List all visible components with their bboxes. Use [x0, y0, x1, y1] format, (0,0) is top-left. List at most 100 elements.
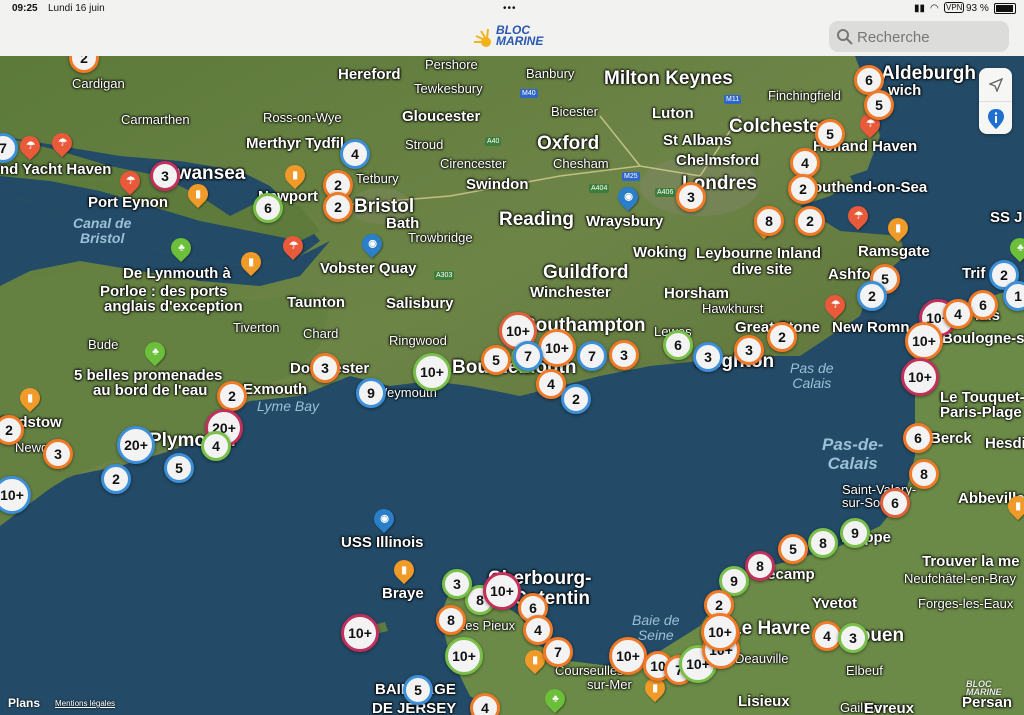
cluster-marker[interactable]: 2 [101, 464, 131, 494]
place-label: Guildford [543, 262, 629, 283]
cluster-marker[interactable]: 5 [815, 119, 845, 149]
cluster-marker[interactable]: 6 [663, 330, 693, 360]
location-arrow-icon[interactable] [979, 68, 1012, 102]
place-label: Boulogne-sur- [942, 330, 1024, 347]
cluster-marker[interactable]: 10+ [538, 329, 576, 367]
cluster-marker[interactable]: 2 [857, 281, 887, 311]
place-label: anglais d'exception [104, 298, 243, 315]
cluster-marker[interactable]: 10+ [901, 358, 939, 396]
road-shield: A404 [589, 184, 610, 193]
place-label: Horsham [664, 285, 730, 302]
map-view[interactable]: Aldeburgh wich Hereford Pershore Banbury Milt… [0, 56, 1024, 715]
cluster-marker[interactable]: 8 [808, 528, 838, 558]
vpn-badge: VPN [944, 2, 965, 13]
place-label: Yvetot [812, 595, 858, 612]
cluster-marker[interactable]: 10+ [341, 614, 379, 652]
cluster-marker[interactable]: 5 [403, 675, 433, 705]
cluster-marker[interactable]: 4 [201, 431, 231, 461]
cluster-marker[interactable]: 4 [340, 139, 370, 169]
multitask-dots-icon[interactable]: ••• [503, 3, 517, 14]
place-label: Exmouth [243, 381, 308, 398]
place-label: Berck [930, 430, 972, 447]
place-label: Salisbury [386, 295, 454, 312]
cluster-marker[interactable]: 10+ [609, 637, 647, 675]
cluster-marker[interactable]: 5 [864, 90, 894, 120]
cluster-marker[interactable]: 9 [840, 518, 870, 548]
place-label: au bord de l'eau [93, 382, 208, 399]
place-label: De Lynmouth à [123, 265, 231, 282]
cluster-marker[interactable]: 8 [754, 206, 784, 236]
cluster-marker[interactable]: 10+ [445, 637, 483, 675]
place-label: Ramsgate [858, 243, 930, 260]
legal-link[interactable]: Mentions légales [55, 699, 115, 708]
place-label: Reading [499, 209, 574, 230]
place-label: Cardigan [72, 76, 125, 91]
place-label: Oxford [537, 133, 600, 154]
cluster-marker[interactable]: 7 [513, 341, 543, 371]
cluster-marker[interactable]: 3 [734, 335, 764, 365]
status-time: 09:25 [12, 3, 38, 14]
cluster-marker[interactable]: 6 [253, 193, 283, 223]
cluster-marker[interactable]: 10+ [701, 613, 739, 651]
cluster-marker[interactable]: 10+ [905, 322, 943, 360]
place-label: 5 belles promenades [74, 367, 223, 384]
cluster-marker[interactable]: 3 [676, 182, 706, 212]
cluster-marker[interactable]: 6 [880, 488, 910, 518]
place-label: Finchingfield [768, 88, 841, 103]
cluster-marker[interactable]: 3 [442, 569, 472, 599]
cluster-marker[interactable]: 2 [788, 174, 818, 204]
place-label: Bude [88, 337, 119, 352]
cluster-marker[interactable]: 3 [693, 342, 723, 372]
cluster-marker[interactable]: 3 [609, 340, 639, 370]
search-icon [837, 29, 853, 45]
place-label: Colchester [729, 116, 828, 137]
sea-label: Canal de Bristol [73, 215, 132, 247]
cluster-marker[interactable]: 2 [323, 192, 353, 222]
cluster-marker[interactable]: 2 [561, 384, 591, 414]
cluster-marker[interactable]: 3 [150, 161, 180, 191]
place-label: Paris-Plage [940, 404, 1022, 421]
cluster-marker[interactable]: 7 [577, 341, 607, 371]
place-label: Merthyr Tydfil [246, 135, 345, 152]
cluster-marker[interactable]: 2 [217, 381, 247, 411]
road-shield: A406 [655, 188, 676, 197]
cluster-marker[interactable]: 10+ [413, 353, 451, 391]
place-label: Neufchâtel-en-Bray [904, 571, 1016, 586]
cluster-marker[interactable]: 10+ [483, 572, 521, 610]
place-label: Trif [962, 265, 986, 282]
cluster-marker[interactable]: 9 [356, 378, 386, 408]
sea-label: Lyme Bay [257, 398, 319, 414]
place-label: Tiverton [233, 320, 280, 335]
cluster-marker[interactable]: 3 [310, 353, 340, 383]
cluster-marker[interactable]: 2 [795, 206, 825, 236]
cluster-marker[interactable]: 3 [838, 623, 868, 653]
place-label: nd Yacht Haven [0, 161, 112, 178]
cluster-marker[interactable]: 20+ [117, 426, 155, 464]
search-field[interactable]: Recherche [829, 21, 1009, 52]
place-label: Luton [652, 105, 694, 122]
cluster-marker[interactable]: 7 [543, 637, 573, 667]
place-label: Milton Keynes [604, 68, 733, 89]
place-label: Chesham [553, 156, 609, 171]
place-label: Tewkesbury [414, 81, 483, 96]
cluster-marker[interactable]: 4 [943, 299, 973, 329]
cluster-marker[interactable]: 5 [164, 453, 194, 483]
sea-label: Pas-de- Calais [822, 435, 884, 473]
cluster-marker[interactable]: 8 [436, 605, 466, 635]
place-label: Bath [386, 215, 420, 232]
status-bar: 09:25 Lundi 16 juin ••• ▮▮ ◠ VPN 93 % [0, 0, 1024, 18]
cluster-marker[interactable]: 8 [745, 551, 775, 581]
road-shield: A40 [485, 137, 502, 146]
cluster-marker[interactable]: 5 [481, 345, 511, 375]
cluster-marker[interactable]: 6 [903, 423, 933, 453]
info-icon[interactable] [979, 102, 1012, 135]
place-label: Gloucester [402, 108, 481, 125]
place-label: Evreux [864, 700, 915, 715]
cluster-marker[interactable]: 8 [909, 459, 939, 489]
cluster-marker[interactable]: 4 [470, 693, 500, 715]
cluster-marker[interactable]: 2 [767, 322, 797, 352]
cluster-marker[interactable]: 3 [43, 439, 73, 469]
road-shield: M11 [724, 95, 742, 104]
place-label: Leybourne Inland [696, 245, 822, 262]
cluster-marker[interactable]: 5 [778, 534, 808, 564]
